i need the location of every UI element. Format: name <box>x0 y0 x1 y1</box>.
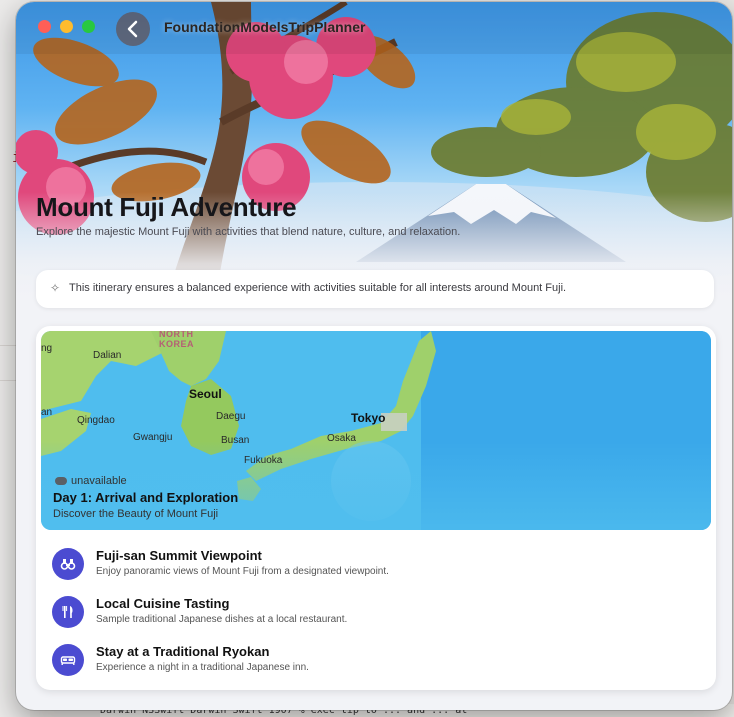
activity-description: Enjoy panoramic views of Mount Fuji from… <box>96 566 389 577</box>
fork-knife-icon <box>52 596 84 628</box>
activity-title: Stay at a Traditional Ryokan <box>96 644 270 659</box>
itinerary-rationale-note: ✧ This itinerary ensures a balanced expe… <box>36 270 714 308</box>
app-window: FoundationModelsTripPlanner Mount Fuji A… <box>16 2 732 710</box>
map-label-osaka: Osaka <box>327 433 356 444</box>
trip-title: Mount Fuji Adventure <box>36 192 297 222</box>
bed-icon <box>52 644 84 676</box>
map-label-daegu: Daegu <box>216 411 246 422</box>
map-label-north-korea: NORTH <box>159 331 194 339</box>
activity-item[interactable]: Local Cuisine Tasting Sample traditional… <box>52 596 692 636</box>
activity-title: Local Cuisine Tasting <box>96 596 230 611</box>
weather-status: unavailable <box>55 475 127 487</box>
day-title: Day 1: Arrival and Exploration <box>53 490 239 505</box>
map-label-partial: ng <box>41 343 53 354</box>
map-label-qingdao: Qingdao <box>77 415 115 426</box>
activity-item[interactable]: Fuji-san Summit Viewpoint Enjoy panorami… <box>52 548 692 588</box>
map-label-north-korea: KOREA <box>159 339 195 349</box>
map-label-busan: Busan <box>221 435 250 446</box>
binoculars-icon <box>52 548 84 580</box>
back-button[interactable] <box>116 12 150 46</box>
map-label-tokyo: Tokyo <box>351 411 386 425</box>
map-label-seoul: Seoul <box>189 387 222 401</box>
trip-subtitle: Explore the majestic Mount Fuji with act… <box>36 226 461 238</box>
activity-description: Sample traditional Japanese dishes at a … <box>96 614 348 625</box>
chevron-left-icon <box>127 20 138 38</box>
itinerary-rationale-text: This itinerary ensures a balanced experi… <box>69 282 567 294</box>
close-window-button[interactable] <box>38 20 51 33</box>
weather-text: unavailable <box>71 475 127 487</box>
activity-description: Experience a night in a traditional Japa… <box>96 662 309 673</box>
map-label-partial: an <box>41 407 53 418</box>
maximize-window-button[interactable] <box>82 20 95 33</box>
day-subtitle: Discover the Beauty of Mount Fuji <box>53 508 219 520</box>
day-map[interactable]: NORTH KOREA ng Dalian Seoul an Qingdao D… <box>41 331 711 530</box>
cloud-icon <box>55 477 67 486</box>
hero-image <box>16 2 732 302</box>
map-label-dalian: Dalian <box>93 350 122 361</box>
day-card: NORTH KOREA ng Dalian Seoul an Qingdao D… <box>36 326 716 690</box>
window-title: FoundationModelsTripPlanner <box>164 19 366 35</box>
map-label-fukuoka: Fukuoka <box>244 455 283 466</box>
sparkle-icon: ✧ <box>50 281 61 295</box>
activity-item[interactable]: Stay at a Traditional Ryokan Experience … <box>52 644 692 684</box>
activity-title: Fuji-san Summit Viewpoint <box>96 548 262 563</box>
minimize-window-button[interactable] <box>60 20 73 33</box>
map-label-gwangju: Gwangju <box>133 432 173 443</box>
